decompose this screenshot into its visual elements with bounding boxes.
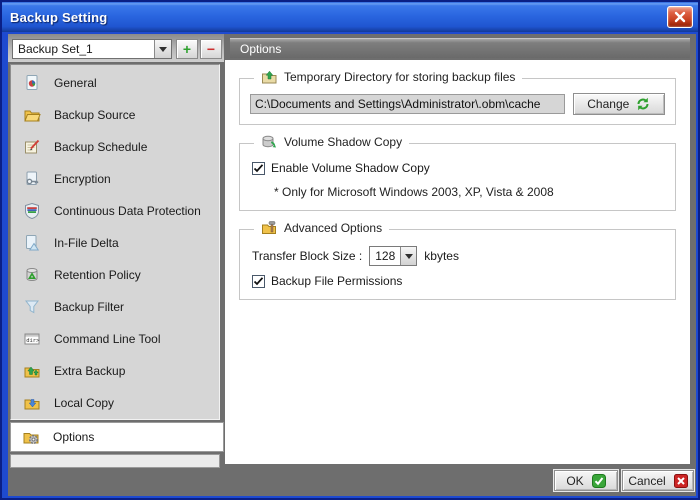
sidebar-item-label: Backup Source	[54, 108, 135, 122]
vsc-note: * Only for Microsoft Windows 2003, XP, V…	[274, 185, 665, 199]
backup-set-selected: Backup Set_1	[13, 42, 154, 56]
sidebar-item-options[interactable]: Options	[10, 422, 224, 452]
sidebar-item-backup-source[interactable]: Backup Source	[11, 99, 219, 131]
chevron-down-icon	[405, 254, 413, 259]
backup-file-permissions-label: Backup File Permissions	[271, 274, 402, 288]
document-pie-icon	[23, 74, 41, 92]
sidebar-item-continuous-data-protection[interactable]: Continuous Data Protection	[11, 195, 219, 227]
sidebar-item-label: Extra Backup	[54, 364, 125, 378]
open-folder-icon	[23, 106, 41, 124]
minus-icon: −	[207, 41, 215, 57]
folder-hammer-icon	[261, 220, 277, 236]
green-check-icon	[592, 474, 606, 488]
change-button-label: Change	[587, 97, 629, 111]
temp-directory-group-title: Temporary Directory for storing backup f…	[254, 69, 522, 85]
document-key-icon	[23, 170, 41, 188]
sidebar-item-in-file-delta[interactable]: In-File Delta	[11, 227, 219, 259]
folder-gear-icon	[22, 428, 40, 446]
sidebar-item-label: Options	[53, 430, 94, 444]
sidebar-item-label: Command Line Tool	[54, 332, 161, 346]
panel-header-title: Options	[240, 42, 281, 56]
disk-stack-icon	[261, 134, 277, 150]
backup-set-dropdown[interactable]: Backup Set_1	[12, 39, 172, 59]
advanced-options-group: Advanced Options Transfer Block Size : 1…	[239, 229, 676, 300]
sidebar-item-extra-backup[interactable]: Extra Backup	[11, 355, 219, 387]
backup-setting-dialog: Backup Setting Backup Set_1 + −	[0, 0, 700, 500]
sidebar-item-general[interactable]: General	[11, 67, 219, 99]
enable-vsc-checkbox-row[interactable]: Enable Volume Shadow Copy	[252, 161, 665, 175]
transfer-block-size-value: 128	[370, 249, 400, 263]
options-panel: Temporary Directory for storing backup f…	[225, 60, 690, 464]
folder-up-arrow-icon	[261, 69, 277, 85]
group-title-text: Volume Shadow Copy	[284, 135, 402, 149]
recycle-bin-icon	[23, 266, 41, 284]
refresh-arrows-icon	[636, 97, 650, 111]
group-title-text: Advanced Options	[284, 221, 382, 235]
funnel-icon	[23, 298, 41, 316]
red-x-icon	[674, 474, 688, 488]
transfer-block-size-dropdown[interactable]: 128	[369, 246, 417, 266]
sidebar-item-retention-policy[interactable]: Retention Policy	[11, 259, 219, 291]
checkbox-checked-icon[interactable]	[252, 162, 265, 175]
change-directory-button[interactable]: Change	[573, 93, 665, 115]
sidebar-item-label: In-File Delta	[54, 236, 119, 250]
svg-text:dir>: dir>	[26, 338, 40, 344]
enable-vsc-label: Enable Volume Shadow Copy	[271, 161, 430, 175]
close-button[interactable]	[667, 6, 693, 28]
shield-icon	[23, 202, 41, 220]
checkbox-checked-icon[interactable]	[252, 275, 265, 288]
console-icon: dir>	[23, 330, 41, 348]
transfer-block-size-label: Transfer Block Size :	[252, 249, 362, 263]
sidebar-empty-row	[10, 454, 220, 468]
sidebar-item-label: Retention Policy	[54, 268, 141, 282]
backup-file-permissions-checkbox-row[interactable]: Backup File Permissions	[252, 274, 665, 288]
notepad-pencil-icon	[23, 138, 41, 156]
volume-shadow-copy-group-title: Volume Shadow Copy	[254, 134, 409, 150]
transfer-block-size-unit: kbytes	[424, 249, 459, 263]
close-icon	[674, 11, 686, 23]
group-title-text: Temporary Directory for storing backup f…	[284, 70, 515, 84]
volume-shadow-copy-group: Volume Shadow Copy Enable Volume Shadow …	[239, 143, 676, 211]
titlebar[interactable]: Backup Setting	[2, 2, 698, 32]
sidebar-item-encryption[interactable]: Encryption	[11, 163, 219, 195]
folder-down-arrow-icon	[23, 394, 41, 412]
folder-up-arrows-icon	[23, 362, 41, 380]
sidebar-item-label: Encryption	[54, 172, 111, 186]
advanced-options-group-title: Advanced Options	[254, 220, 389, 236]
chevron-down-icon	[159, 47, 167, 52]
remove-backup-set-button[interactable]: −	[200, 39, 222, 59]
window-title: Backup Setting	[2, 10, 107, 25]
ok-button-label: OK	[566, 474, 583, 488]
sidebar-item-backup-schedule[interactable]: Backup Schedule	[11, 131, 219, 163]
add-backup-set-button[interactable]: +	[176, 39, 198, 59]
plus-icon: +	[183, 41, 191, 57]
transfer-size-dropdown-arrow[interactable]	[400, 247, 416, 265]
backup-set-dropdown-arrow[interactable]	[154, 40, 171, 58]
temp-directory-group: Temporary Directory for storing backup f…	[239, 78, 676, 125]
panel-header: Options	[230, 38, 690, 58]
sidebar-item-label: Continuous Data Protection	[54, 204, 201, 218]
sidebar-item-label: Local Copy	[54, 396, 114, 410]
sidebar-item-label: General	[54, 76, 97, 90]
sidebar-item-local-copy[interactable]: Local Copy	[11, 387, 219, 419]
document-delta-icon	[23, 234, 41, 252]
ok-button[interactable]: OK	[554, 470, 618, 491]
cancel-button-label: Cancel	[628, 474, 665, 488]
sidebar-item-backup-filter[interactable]: Backup Filter	[11, 291, 219, 323]
temp-directory-input[interactable]	[250, 94, 565, 114]
cancel-button[interactable]: Cancel	[622, 470, 694, 491]
sidebar-item-label: Backup Schedule	[54, 140, 147, 154]
sidebar-item-label: Backup Filter	[54, 300, 124, 314]
sidebar-item-command-line-tool[interactable]: dir> Command Line Tool	[11, 323, 219, 355]
sidebar: General Backup Source Backup Schedule	[10, 64, 220, 420]
dialog-content: Backup Set_1 + − General	[8, 34, 696, 496]
